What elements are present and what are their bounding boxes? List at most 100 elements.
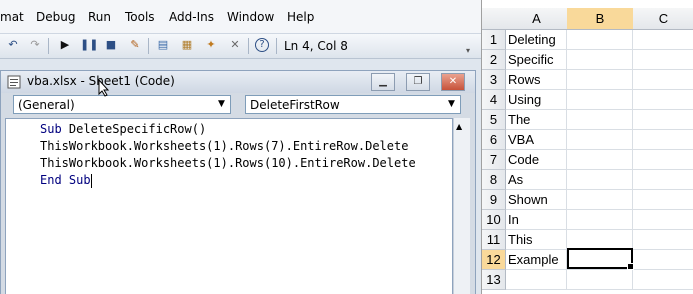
row-header[interactable]: 12	[482, 250, 506, 270]
cell-a3[interactable]: Rows	[506, 70, 567, 90]
column-header[interactable]: A	[506, 8, 568, 30]
row-header[interactable]: 13	[482, 270, 506, 290]
toolbox-icon[interactable]: ✕	[228, 38, 242, 52]
chevron-down-icon[interactable]: ▼	[215, 98, 228, 111]
row-header[interactable]: 10	[482, 210, 506, 230]
code-line: ThisWorkbook.Worksheets(1).Rows(7).Entir…	[40, 139, 409, 153]
cell-a9[interactable]: Shown	[506, 190, 567, 210]
cell-a2[interactable]: Specific	[506, 50, 567, 70]
menu-tools[interactable]: Tools	[125, 10, 155, 24]
cell-b6[interactable]	[567, 130, 633, 150]
row-header[interactable]: 8	[482, 170, 506, 190]
close-button[interactable]: ✕	[441, 73, 465, 91]
break-icon[interactable]: ❚❚	[80, 38, 98, 52]
cell-b3[interactable]	[567, 70, 633, 90]
scroll-up-icon[interactable]: ▲	[456, 122, 462, 131]
cell-a1[interactable]: Deleting	[506, 30, 567, 50]
cell-a6[interactable]: VBA	[506, 130, 567, 150]
row-header[interactable]: 5	[482, 110, 506, 130]
cell-c13[interactable]	[633, 270, 693, 290]
cell-c10[interactable]	[633, 210, 693, 230]
mouse-pointer-icon	[98, 79, 110, 97]
procedure-combo[interactable]: DeleteFirstRow ▼	[245, 95, 461, 114]
undo-icon[interactable]: ↶	[6, 38, 20, 52]
toolbar-overflow-icon[interactable]: ▾	[466, 46, 470, 55]
cell-b11[interactable]	[567, 230, 633, 250]
vba-editor: mat Debug Run Tools Add-Ins Window Help …	[0, 0, 481, 294]
code-window: vba.xlsx - Sheet1 (Code) ▁ ❐ ✕ (General)…	[0, 70, 476, 294]
cell-c11[interactable]	[633, 230, 693, 250]
code-line: ThisWorkbook.Worksheets(1).Rows(10).Enti…	[40, 156, 416, 170]
reset-icon[interactable]: ■	[104, 38, 118, 52]
code-editor[interactable]: Sub DeleteSpecificRow() ThisWorkbook.Wor…	[5, 118, 453, 294]
vertical-scrollbar[interactable]: ▲	[453, 118, 470, 294]
cell-c5[interactable]	[633, 110, 693, 130]
cell-a7[interactable]: Code	[506, 150, 567, 170]
chevron-down-icon[interactable]: ▼	[445, 98, 458, 111]
cell-a8[interactable]: As	[506, 170, 567, 190]
menu-window[interactable]: Window	[227, 10, 274, 24]
cell-c8[interactable]	[633, 170, 693, 190]
object-combo[interactable]: (General) ▼	[13, 95, 231, 114]
row-header[interactable]: 7	[482, 150, 506, 170]
properties-icon[interactable]: ▦	[180, 38, 194, 52]
procedure-combo-value: DeleteFirstRow	[250, 98, 340, 112]
minimize-button[interactable]: ▁	[371, 73, 395, 91]
row-header[interactable]: 3	[482, 70, 506, 90]
object-browser-icon[interactable]: ✦	[204, 38, 218, 52]
cell-c4[interactable]	[633, 90, 693, 110]
cell-b10[interactable]	[567, 210, 633, 230]
cell-c6[interactable]	[633, 130, 693, 150]
cell-b9[interactable]	[567, 190, 633, 210]
active-cell-selection[interactable]	[567, 248, 634, 270]
row-header[interactable]: 11	[482, 230, 506, 250]
menu-format[interactable]: mat	[0, 10, 24, 24]
cell-c1[interactable]	[633, 30, 693, 50]
fill-handle[interactable]	[627, 263, 634, 270]
code-line: End Sub	[40, 173, 92, 188]
cell-a13[interactable]	[506, 270, 567, 290]
cell-b7[interactable]	[567, 150, 633, 170]
run-icon[interactable]: ▶	[58, 38, 72, 52]
module-icon	[7, 75, 21, 89]
cell-b2[interactable]	[567, 50, 633, 70]
cell-b1[interactable]	[567, 30, 633, 50]
code-line: Sub DeleteSpecificRow()	[40, 122, 207, 136]
toolbar-separator	[248, 38, 249, 54]
column-header[interactable]: C	[633, 8, 693, 30]
select-all-corner[interactable]	[482, 8, 507, 30]
menu-help[interactable]: Help	[287, 10, 314, 24]
cell-a12[interactable]: Example	[506, 250, 567, 270]
menu-debug[interactable]: Debug	[36, 10, 75, 24]
code-window-titlebar[interactable]: vba.xlsx - Sheet1 (Code) ▁ ❐ ✕	[1, 71, 475, 93]
toolbar-separator	[148, 38, 149, 54]
cell-a4[interactable]: Using	[506, 90, 567, 110]
cell-b13[interactable]	[567, 270, 633, 290]
project-explorer-icon[interactable]: ▤	[156, 38, 170, 52]
row-header[interactable]: 6	[482, 130, 506, 150]
cell-b8[interactable]	[567, 170, 633, 190]
menu-run[interactable]: Run	[88, 10, 111, 24]
cell-b4[interactable]	[567, 90, 633, 110]
help-icon[interactable]: ?	[255, 38, 269, 52]
row-header[interactable]: 9	[482, 190, 506, 210]
row-header[interactable]: 1	[482, 30, 506, 50]
menu-bar: mat Debug Run Tools Add-Ins Window Help	[0, 0, 481, 33]
cell-a11[interactable]: This	[506, 230, 567, 250]
cell-c3[interactable]	[633, 70, 693, 90]
cell-a10[interactable]: In	[506, 210, 567, 230]
design-mode-icon[interactable]: ✎	[128, 38, 142, 52]
maximize-button[interactable]: ❐	[406, 73, 430, 91]
redo-icon[interactable]: ↷	[28, 38, 42, 52]
spreadsheet: A B C 1 Deleting 2 Specific 3 Rows 4 Using 5 The 6…	[481, 0, 693, 294]
cell-c7[interactable]	[633, 150, 693, 170]
cell-c12[interactable]	[633, 250, 693, 270]
row-header[interactable]: 2	[482, 50, 506, 70]
menu-add-ins[interactable]: Add-Ins	[169, 10, 214, 24]
column-header[interactable]: B	[567, 8, 634, 30]
row-header[interactable]: 4	[482, 90, 506, 110]
cell-c9[interactable]	[633, 190, 693, 210]
cell-c2[interactable]	[633, 50, 693, 70]
cell-b5[interactable]	[567, 110, 633, 130]
cell-a5[interactable]: The	[506, 110, 567, 130]
